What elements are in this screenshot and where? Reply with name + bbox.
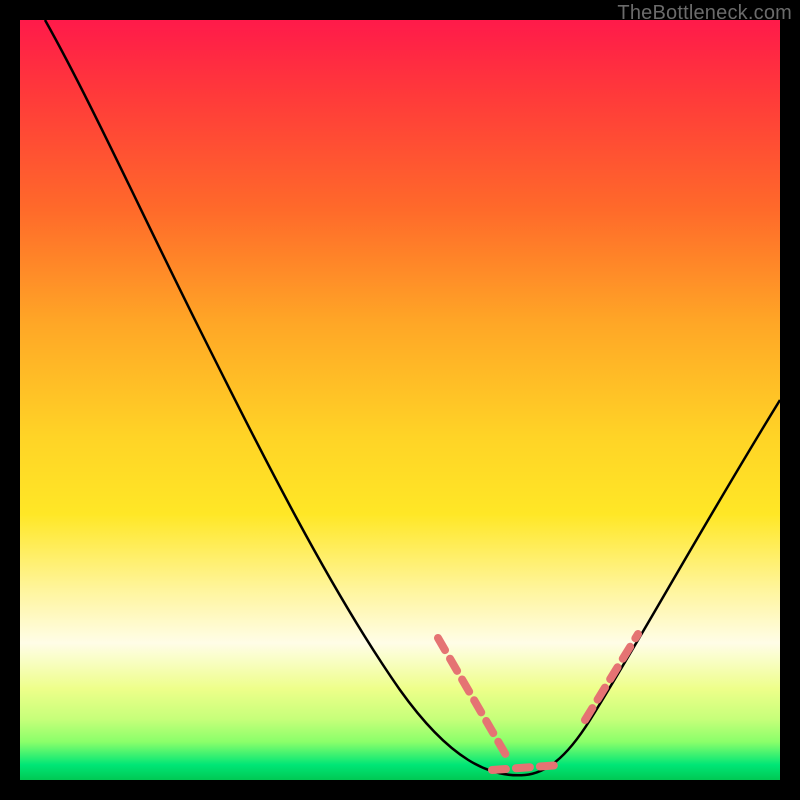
salmon-dash-bottom — [492, 765, 560, 770]
salmon-dash-left — [438, 638, 506, 755]
curve-svg — [20, 20, 780, 780]
salmon-dash-right — [585, 634, 638, 720]
bottleneck-curve-path — [45, 20, 780, 775]
plot-area — [20, 20, 780, 780]
chart-frame: TheBottleneck.com — [0, 0, 800, 800]
watermark-text: TheBottleneck.com — [617, 2, 792, 25]
